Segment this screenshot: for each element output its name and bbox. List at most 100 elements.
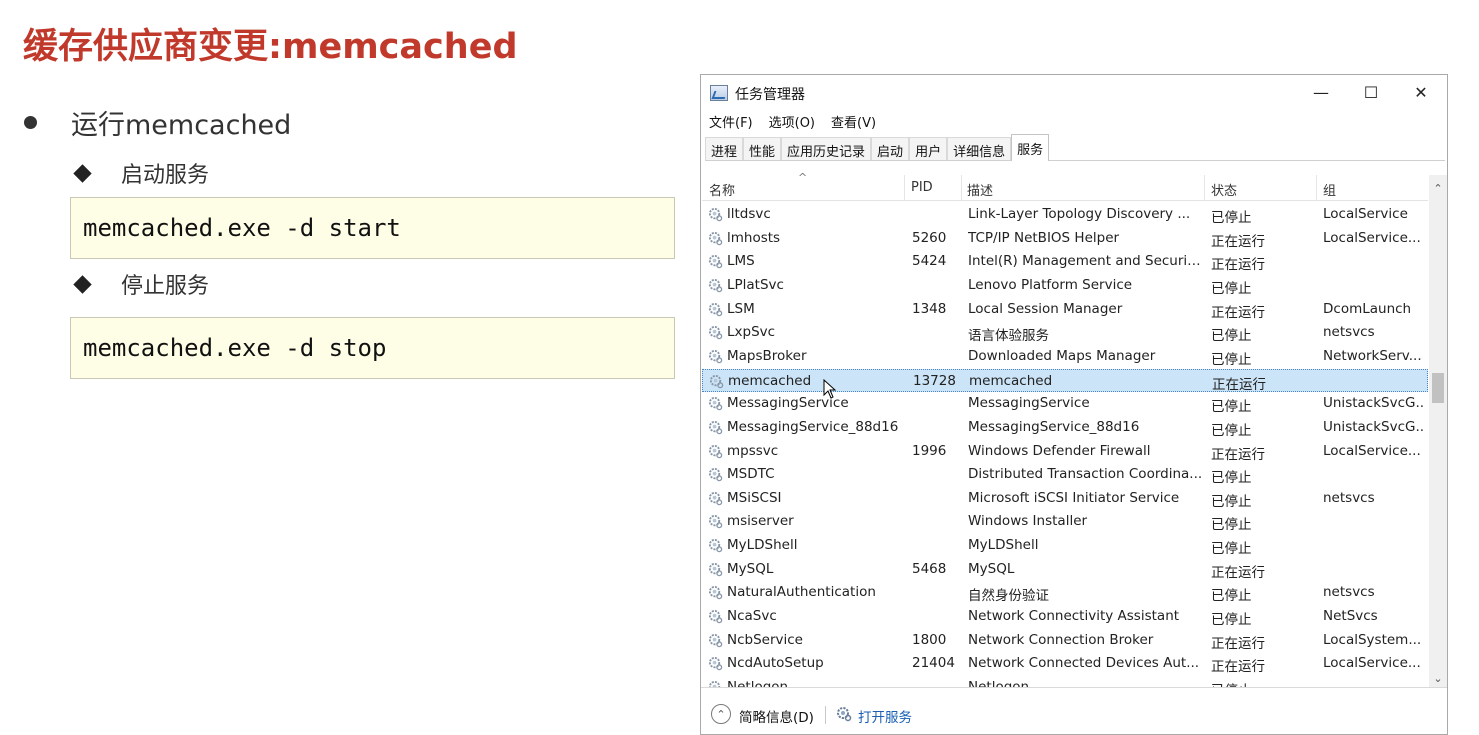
column-header-group[interactable]: 组: [1323, 180, 1336, 199]
title-bar[interactable]: 任务管理器 — ☐ ✕: [701, 75, 1447, 109]
column-header-pid[interactable]: PID: [911, 180, 933, 195]
service-name: NcdAutoSetup: [727, 655, 824, 672]
scroll-down-icon[interactable]: ⌄: [1429, 669, 1447, 687]
task-manager-window: 任务管理器 — ☐ ✕ 文件(F) 选项(O) 查看(V) 进程 性能 应用历史…: [700, 74, 1448, 735]
service-description: Lenovo Platform Service: [968, 276, 1133, 293]
service-name: MyLDShell: [727, 537, 798, 554]
minimize-button[interactable]: —: [1301, 81, 1341, 103]
table-row[interactable]: mpssvc 1996 Windows Defender Firewall 正在运行 L…: [702, 440, 1428, 463]
table-row[interactable]: LMS 5424 Intel(R) Management and Securit..…: [702, 250, 1428, 273]
vertical-scrollbar[interactable]: ⌃ ⌄: [1429, 175, 1447, 687]
table-row[interactable]: LPlatSvc Lenovo Platform Service 已停止: [702, 274, 1428, 297]
service-gear-icon: [708, 420, 723, 435]
service-status: 已停止: [1211, 280, 1252, 297]
table-row[interactable]: MySQL 5468 MySQL 正在运行: [702, 558, 1428, 581]
tab-details[interactable]: 详细信息: [947, 137, 1012, 160]
table-row[interactable]: MapsBroker Downloaded Maps Manager 已停止 Netw…: [702, 345, 1428, 368]
subbullet-stop: 停止服务: [73, 269, 210, 299]
tab-app-history[interactable]: 应用历史记录: [781, 137, 872, 160]
fewer-details-link[interactable]: 简略信息(D): [739, 706, 814, 726]
table-row[interactable]: MessagingService_88d16 MessagingService_8…: [702, 416, 1428, 439]
gear-icon: [837, 707, 852, 722]
table-row[interactable]: NcaSvc Network Connectivity Assistant 已停止 N…: [702, 605, 1428, 628]
tab-services[interactable]: 服务: [1011, 134, 1050, 161]
column-header-description[interactable]: 描述: [967, 180, 993, 199]
tab-users[interactable]: 用户: [909, 137, 948, 160]
service-description: MessagingService_88d16: [968, 418, 1140, 435]
service-gear-icon: [708, 302, 723, 316]
service-description: Network Connected Devices Aut...: [968, 655, 1200, 672]
service-name: lltdsvc: [727, 206, 771, 222]
service-status: 已停止: [1211, 493, 1252, 510]
service-gear-icon: [708, 349, 723, 364]
service-gear-icon: [708, 609, 723, 624]
column-header-status[interactable]: 状态: [1211, 180, 1237, 199]
code-block-start: memcached.exe -d start: [70, 197, 675, 259]
menu-view[interactable]: 查看(V): [823, 112, 884, 131]
menu-options[interactable]: 选项(O): [761, 112, 823, 131]
service-description: MessagingService: [968, 395, 1090, 412]
tab-processes[interactable]: 进程: [705, 137, 744, 160]
service-gear-icon: [708, 397, 723, 411]
service-status: 已停止: [1211, 351, 1252, 368]
bullet-run-memcached: 运行memcached: [24, 104, 291, 141]
service-description: 语言体验服务: [968, 328, 1049, 345]
table-row[interactable]: NaturalAuthentication 自然身份验证 已停止 netsvcs: [702, 581, 1428, 604]
menu-file[interactable]: 文件(F): [701, 112, 761, 131]
service-group: LocalSystem...: [1323, 631, 1422, 648]
table-row[interactable]: LxpSvc 语言体验服务 已停止 netsvcs: [702, 321, 1428, 344]
tab-strip: 进程 性能 应用历史记录 启动 用户 详细信息 服务: [705, 134, 1445, 161]
service-pid: 1996: [912, 442, 947, 459]
service-status: 已停止: [1211, 422, 1252, 439]
service-name: MessagingService: [727, 395, 849, 412]
diamond-bullet-icon: [73, 274, 92, 294]
maximize-button[interactable]: ☐: [1351, 81, 1391, 103]
table-row[interactable]: NcbService 1800 Network Connection Broker 正…: [702, 629, 1428, 652]
service-name: MapsBroker: [727, 347, 807, 364]
table-row[interactable]: MSDTC Distributed Transaction Coordina...…: [702, 463, 1428, 486]
service-status: 正在运行: [1211, 257, 1265, 274]
service-group: netsvcs: [1323, 489, 1375, 506]
chevron-up-circle-icon[interactable]: ⌃: [711, 704, 731, 724]
table-row[interactable]: LSM 1348 Local Session Manager 正在运行 DcomLaun…: [702, 298, 1428, 321]
service-name: MessagingService_88d16: [727, 418, 899, 435]
service-description: Network Connection Broker: [968, 631, 1154, 648]
subbullet-start: 启动服务: [73, 158, 209, 188]
service-description: Distributed Transaction Coordina...: [968, 466, 1203, 483]
service-pid: 13728: [913, 372, 956, 389]
subbullet-stop-label: 停止服务: [121, 274, 210, 299]
service-description: MySQL: [968, 560, 1015, 577]
table-row[interactable]: lmhosts 5260 TCP/IP NetBIOS Helper 正在运行 Loca…: [702, 227, 1428, 250]
table-row[interactable]: lltdsvc Link-Layer Topology Discovery ...…: [702, 203, 1428, 226]
mouse-cursor-icon: [823, 379, 837, 399]
service-status: 正在运行: [1211, 564, 1265, 581]
menu-bar: 文件(F) 选项(O) 查看(V): [701, 110, 884, 132]
table-row[interactable]: memcached 13728 memcached 正在运行: [702, 368, 1428, 393]
service-name: MSDTC: [727, 466, 775, 483]
close-button[interactable]: ✕: [1401, 81, 1441, 103]
table-row[interactable]: MSiSCSI Microsoft iSCSI Initiator Service…: [702, 487, 1428, 510]
column-header-name[interactable]: 名称: [709, 180, 735, 199]
service-group: UnistackSvcG...: [1323, 395, 1425, 412]
open-services-link[interactable]: 打开服务: [858, 706, 912, 726]
service-gear-icon: [708, 278, 723, 293]
service-group: netsvcs: [1323, 584, 1375, 601]
service-name: LPlatSvc: [727, 276, 784, 293]
table-row[interactable]: MyLDShell MyLDShell 已停止: [702, 534, 1428, 557]
service-name: MSiSCSI: [727, 489, 782, 506]
scroll-up-icon[interactable]: ⌃: [1429, 179, 1447, 197]
service-description: Network Connectivity Assistant: [968, 608, 1180, 625]
service-name: LSM: [727, 300, 755, 317]
tab-startup[interactable]: 启动: [871, 137, 910, 160]
table-row[interactable]: NcdAutoSetup 21404 Network Connected Devic…: [702, 652, 1428, 675]
service-gear-icon: [708, 562, 723, 576]
scroll-thumb[interactable]: [1432, 373, 1444, 403]
service-status: 正在运行: [1211, 233, 1265, 250]
service-description: memcached: [969, 372, 1053, 389]
tab-performance[interactable]: 性能: [743, 137, 782, 160]
service-name: NcaSvc: [727, 608, 777, 625]
service-status: 已停止: [1211, 470, 1252, 487]
service-group: NetworkServ...: [1323, 347, 1422, 364]
table-row[interactable]: msiserver Windows Installer 已停止: [702, 510, 1428, 533]
table-row[interactable]: MessagingService MessagingService 已停止 Unist…: [702, 392, 1428, 415]
